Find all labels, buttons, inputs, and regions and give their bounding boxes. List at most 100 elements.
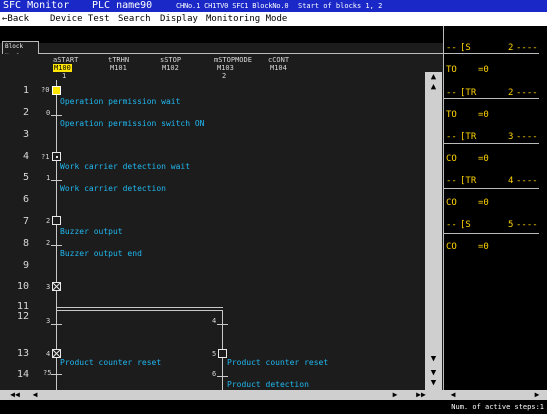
row-number: 2 (22, 107, 29, 118)
step-box-crossed[interactable] (52, 349, 61, 358)
vertical-scrollbar[interactable]: ▲ ▲ ▼ ▼ ▼ (425, 72, 442, 390)
transition-number: 1 (46, 174, 51, 182)
title-bar: SFC Monitor PLC name90 CHNo.1 CH1TV0 SFC… (0, 0, 547, 12)
back-button[interactable]: ←Back (2, 12, 29, 26)
device-name: CO (446, 198, 457, 208)
step-number: 3 (46, 283, 51, 291)
transition-mark (51, 115, 62, 116)
step-comment: Work carrier detection wait (60, 162, 191, 171)
start-device[interactable]: M100 (53, 64, 72, 72)
step-box[interactable] (52, 216, 61, 225)
tab-block-0[interactable]: Block No.0 (2, 41, 39, 60)
step-num: 4 (508, 176, 514, 186)
row-number: 9 (22, 260, 29, 271)
search-menu[interactable]: Search (118, 12, 151, 26)
step-num: 3 (508, 132, 514, 142)
scroll-down-icon[interactable]: ▼ (425, 378, 442, 388)
step-kind: [TR (460, 176, 477, 186)
step-comment: Operation permission wait (60, 97, 181, 106)
stop-device[interactable]: M102 (162, 64, 179, 72)
step-number: 5 (212, 350, 217, 358)
row-number: 10 (16, 281, 29, 292)
device-name: TO (446, 110, 457, 120)
scroll-left-icon[interactable]: ◀ (447, 390, 459, 400)
step-comment: Buzzer output (60, 227, 123, 236)
transition-number: ?5 (43, 369, 52, 377)
app-title: SFC Monitor (3, 0, 70, 11)
device-name: CO (446, 242, 457, 252)
status-bar: Num. of active steps:1 (0, 400, 547, 414)
transition-comment: Buzzer output end (60, 249, 142, 258)
transition-comment: Product detection (227, 380, 309, 389)
cont-label: cCONT (268, 56, 290, 64)
row-number: 12 (16, 311, 29, 322)
device-value: =0 (478, 198, 489, 208)
scroll-right-end-icon[interactable]: ▶▶ (410, 390, 432, 400)
panel-divider (444, 233, 540, 234)
device-name: TO (446, 65, 457, 75)
start-count: 1 (62, 72, 67, 80)
trhn-label: tTRHN (108, 56, 130, 64)
step-num: 2 (508, 88, 514, 98)
device-value: =0 (478, 154, 489, 164)
step-comment: Product counter reset (60, 358, 162, 367)
row-number: 8 (22, 238, 29, 249)
scroll-down-icon[interactable]: ▼ (425, 354, 442, 364)
horizontal-scrollbar[interactable]: ◀◀ ◀ ▶ ▶▶ (0, 390, 443, 400)
scroll-right-icon[interactable]: ▶ (531, 390, 543, 400)
step-kind: [TR (460, 88, 477, 98)
scroll-left-end-icon[interactable]: ◀◀ (4, 390, 26, 400)
step-kind: [S (460, 220, 471, 230)
block-info: Start of blocks 1, 2 (298, 2, 383, 10)
row-number: 14 (16, 369, 29, 380)
transition-number: 6 (212, 370, 217, 378)
device-test-menu[interactable]: Device Test (50, 12, 110, 26)
row-number: 4 (22, 151, 29, 162)
scroll-up-icon[interactable]: ▲ (425, 82, 442, 92)
transition-comment: Operation permission switch ON (60, 119, 205, 128)
branch-line (56, 307, 223, 308)
step-box[interactable] (218, 349, 227, 358)
step-number: ?0 (41, 86, 50, 94)
panel-horizontal-scrollbar[interactable]: ◀ ▶ (443, 390, 547, 400)
scroll-down-icon[interactable]: ▼ (425, 368, 442, 378)
stopmode-label: mSTOPMODE (214, 56, 252, 64)
tab-bar (0, 26, 443, 43)
device-value: =0 (478, 110, 489, 120)
step-kind: [TR (460, 132, 477, 142)
active-steps-status: Num. of active steps:1 (451, 403, 544, 411)
device-value: =0 (478, 65, 489, 75)
scroll-left-icon[interactable]: ◀ (28, 390, 42, 400)
row-number: 3 (22, 129, 29, 140)
branch-line (56, 310, 223, 311)
transition-mark (51, 245, 62, 246)
step-number: 2 (46, 217, 51, 225)
stopmode-device[interactable]: M103 (217, 64, 234, 72)
sfc-diagram: aSTART M100 1 tTRHN M101 sSTOP M102 mSTO… (0, 54, 443, 390)
step-comment: Product counter reset (227, 358, 329, 367)
transition-number: 0 (46, 109, 51, 117)
cont-device[interactable]: M104 (270, 64, 287, 72)
step-box-active[interactable] (52, 86, 61, 95)
monitoring-mode-menu[interactable]: Monitoring Mode (206, 12, 287, 26)
stopmode-count: 2 (222, 72, 227, 80)
scroll-up-icon[interactable]: ▲ (425, 72, 442, 82)
step-number: 4 (46, 350, 51, 358)
transition-number: 3 (46, 317, 51, 325)
step-box-crossed[interactable] (52, 282, 61, 291)
channel-info: CHNo.1 CH1TV0 SFC1 BlockNo.0 (176, 2, 289, 10)
transition-mark (51, 180, 62, 181)
transition-mark (51, 324, 62, 325)
step-kind: [S (460, 43, 471, 53)
transition-mark (217, 324, 228, 325)
step-num: 5 (508, 220, 514, 230)
step-num: 2 (508, 43, 514, 53)
trhn-device[interactable]: M101 (110, 64, 127, 72)
flow-line (56, 80, 57, 390)
step-number: ?1 (41, 153, 50, 161)
display-menu[interactable]: Display (160, 12, 198, 26)
stop-label: sSTOP (160, 56, 182, 64)
row-number: 1 (22, 85, 29, 96)
step-box[interactable] (52, 152, 61, 161)
scroll-right-icon[interactable]: ▶ (388, 390, 402, 400)
